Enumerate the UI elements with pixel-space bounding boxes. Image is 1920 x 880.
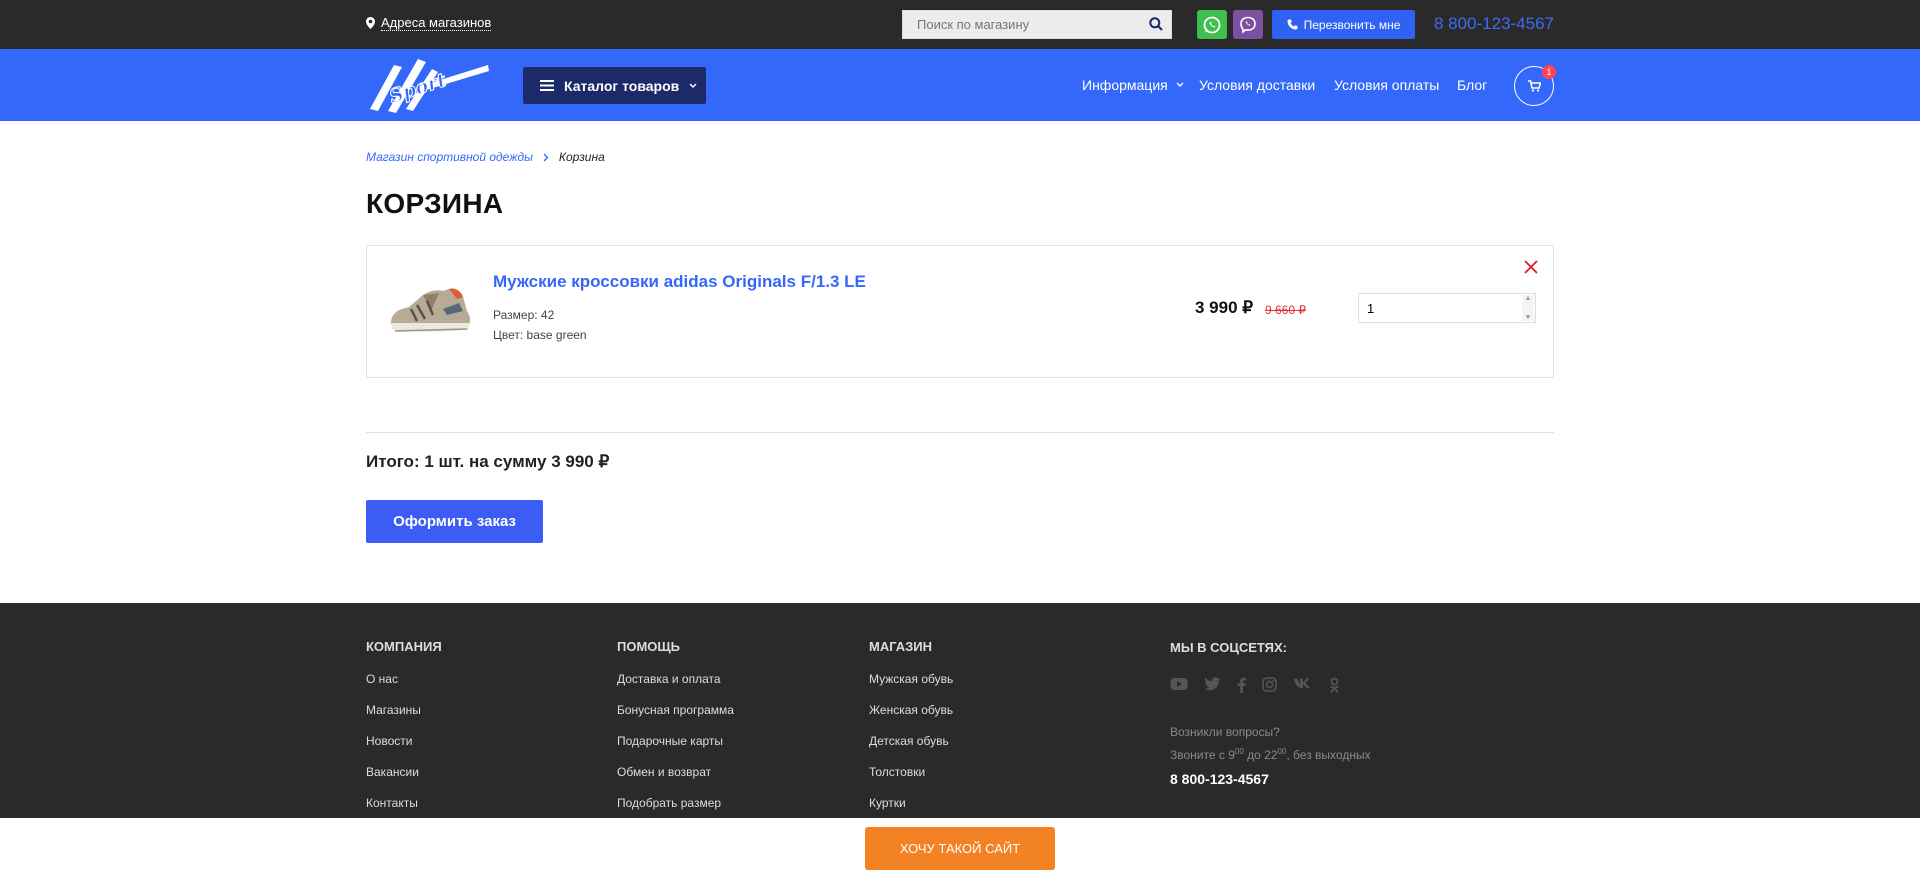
checkout-button[interactable]: Оформить заказ	[366, 500, 543, 543]
product-size: Размер: 42	[493, 308, 555, 322]
quantity-up-icon[interactable]: ▲	[1525, 295, 1532, 302]
social-icons	[1170, 677, 1371, 694]
quantity-spinner: ▲ ▼	[1522, 295, 1534, 321]
footer-link-gift-cards[interactable]: Подарочные карты	[617, 734, 734, 765]
hours-mid: до 22	[1243, 748, 1278, 762]
product-old-price: 9 660 ₽	[1265, 303, 1306, 317]
footer-social-column: МЫ В СОЦСЕТЯХ: Возникли вопросы? Звоните…	[1170, 640, 1371, 787]
catalog-button[interactable]: Каталог товаров	[523, 67, 706, 104]
top-bar: Адреса магазинов Перезвонить мне 8 800-1…	[0, 0, 1920, 49]
map-pin-icon	[366, 17, 375, 29]
odnoklassniki-icon[interactable]	[1329, 677, 1340, 694]
footer-company-title: КОМПАНИЯ	[366, 639, 442, 654]
footer-link-stores[interactable]: Магазины	[366, 703, 442, 734]
chevron-down-icon	[689, 83, 697, 88]
nav-item-blog[interactable]: Блог	[1457, 77, 1487, 93]
cart-icon	[1527, 80, 1541, 92]
callback-button[interactable]: Перезвонить мне	[1272, 10, 1415, 39]
header-phone[interactable]: 8 800-123-4567	[1434, 14, 1554, 34]
footer-shop-column: МАГАЗИН Мужская обувь Женская обувь Детс…	[869, 639, 953, 827]
store-address-label[interactable]: Адреса магазинов	[381, 15, 492, 31]
cart-item: Мужские кроссовки adidas Originals F/1.3…	[366, 245, 1554, 378]
nav-item-payment[interactable]: Условия оплаты	[1334, 77, 1439, 93]
hours-from-minutes: 00	[1234, 747, 1244, 756]
footer-shop-title: МАГАЗИН	[869, 639, 933, 654]
hours-suffix: , без выходных	[1286, 748, 1371, 762]
product-image[interactable]	[387, 281, 473, 337]
quantity-input[interactable]	[1359, 294, 1509, 322]
footer-link-bonus[interactable]: Бонусная программа	[617, 703, 734, 734]
working-hours: Звоните с 900 до 2200, без выходных	[1170, 742, 1371, 765]
callback-label: Перезвонить мне	[1303, 17, 1401, 32]
breadcrumb-current: Корзина	[558, 150, 605, 164]
footer-question: Возникли вопросы? Звоните с 900 до 2200,…	[1170, 722, 1371, 765]
product-name-link[interactable]: Мужские кроссовки adidas Originals F/1.3…	[493, 272, 866, 292]
store-address-link[interactable]: Адреса магазинов	[366, 15, 492, 31]
facebook-icon[interactable]	[1237, 677, 1246, 693]
question-text: Возникли вопросы?	[1170, 725, 1280, 739]
footer-link-news[interactable]: Новости	[366, 734, 442, 765]
breadcrumb: Магазин спортивной одежды Корзина	[366, 150, 605, 164]
footer-company-column: КОМПАНИЯ О нас Магазины Новости Вакансии…	[366, 639, 442, 827]
divider	[366, 432, 1554, 433]
nav-item-delivery[interactable]: Условия доставки	[1199, 77, 1315, 93]
sport-logo[interactable]: Sport	[366, 57, 490, 113]
footer-help-column: ПОМОЩЬ Доставка и оплата Бонусная програ…	[617, 639, 734, 827]
quantity-stepper: ▲ ▼	[1358, 293, 1536, 323]
page-title: КОРЗИНА	[366, 188, 504, 219]
twitter-icon[interactable]	[1204, 677, 1221, 691]
menu-icon	[540, 80, 554, 91]
footer-link-about[interactable]: О нас	[366, 672, 442, 703]
nav-item-info[interactable]: Информация	[1082, 77, 1184, 93]
footer-link-kids[interactable]: Детская обувь	[869, 734, 953, 765]
nav-info-label: Информация	[1082, 77, 1168, 93]
search-box	[902, 10, 1172, 39]
catalog-label: Каталог товаров	[564, 77, 680, 94]
hours-prefix: Звоните с 9	[1170, 748, 1235, 762]
footer-help-title: ПОМОЩЬ	[617, 639, 680, 654]
promo-bar: ХОЧУ ТАКОЙ САЙТ	[0, 818, 1920, 880]
viber-icon[interactable]	[1233, 10, 1263, 39]
whatsapp-icon[interactable]	[1197, 10, 1227, 39]
footer-link-hoodies[interactable]: Толстовки	[869, 765, 953, 796]
product-color: Цвет: base green	[493, 328, 587, 342]
vk-icon[interactable]	[1293, 677, 1313, 689]
order-total: Итого: 1 шт. на сумму 3 990 ₽	[366, 452, 610, 471]
chevron-down-icon	[1176, 82, 1184, 87]
search-icon[interactable]	[1149, 17, 1163, 31]
close-icon[interactable]	[1524, 260, 1538, 274]
breadcrumb-home[interactable]: Магазин спортивной одежды	[366, 150, 533, 164]
search-input[interactable]	[903, 11, 1133, 38]
main-header: Sport Каталог товаров Информация Условия…	[0, 49, 1920, 121]
quantity-down-icon[interactable]: ▼	[1525, 314, 1532, 321]
footer: КОМПАНИЯ О нас Магазины Новости Вакансии…	[0, 603, 1920, 818]
footer-social-title: МЫ В СОЦСЕТЯХ:	[1170, 640, 1288, 655]
youtube-icon[interactable]	[1170, 677, 1188, 691]
footer-link-men[interactable]: Мужская обувь	[869, 672, 953, 703]
chevron-right-icon	[543, 153, 549, 161]
want-site-button[interactable]: ХОЧУ ТАКОЙ САЙТ	[865, 827, 1055, 870]
cart-count-badge: 1	[1542, 65, 1556, 79]
instagram-icon[interactable]	[1262, 677, 1277, 692]
footer-link-delivery[interactable]: Доставка и оплата	[617, 672, 734, 703]
product-price: 3 990 ₽	[1195, 298, 1254, 317]
footer-phone[interactable]: 8 800-123-4567	[1170, 771, 1371, 787]
footer-link-returns[interactable]: Обмен и возврат	[617, 765, 734, 796]
footer-link-jobs[interactable]: Вакансии	[366, 765, 442, 796]
phone-icon	[1287, 19, 1298, 30]
cart-button[interactable]: 1	[1514, 65, 1556, 106]
footer-link-women[interactable]: Женская обувь	[869, 703, 953, 734]
